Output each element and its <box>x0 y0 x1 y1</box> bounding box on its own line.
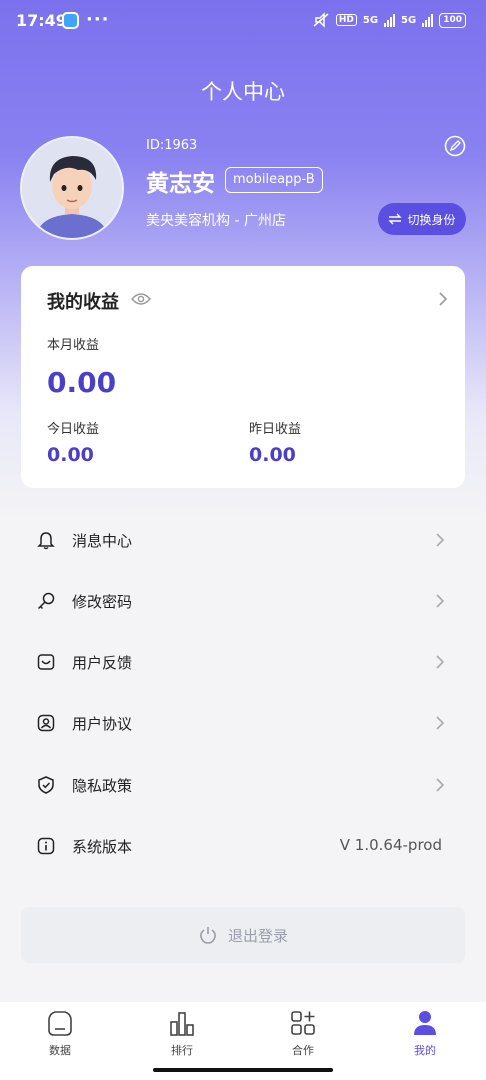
today-earnings-label: 今日收益 <box>47 422 100 437</box>
menu-label: 消息中心 <box>72 532 133 550</box>
menu-item-feedback[interactable]: 用户反馈 <box>0 632 486 692</box>
month-earnings-value: 0.00 <box>47 366 117 399</box>
grid-plus-icon <box>291 1011 315 1035</box>
organization-label: 美央美容机构 - 广州店 <box>146 213 286 229</box>
version-value: V 1.0.64-prod <box>339 836 442 854</box>
person-icon <box>414 1011 436 1035</box>
chevron-right-icon <box>436 594 444 608</box>
chevron-right-icon[interactable] <box>439 292 447 306</box>
hd-badge: HD <box>335 14 357 26</box>
avatar[interactable] <box>20 136 124 240</box>
battery-icon: 100 <box>439 12 466 28</box>
earnings-card[interactable]: 我的收益 本月收益 0.00 今日收益 0.00 昨日收益 0.00 <box>21 266 465 488</box>
signal-2-label: 5G <box>401 14 417 26</box>
menu-item-system-version: 系统版本 V 1.0.64-prod <box>0 816 486 876</box>
tab-label: 我的 <box>414 1044 436 1057</box>
shield-icon <box>38 776 54 794</box>
menu-item-change-password[interactable]: 修改密码 <box>0 571 486 631</box>
mute-icon <box>313 12 329 28</box>
page-title: 个人中心 <box>201 80 285 104</box>
chevron-right-icon <box>436 778 444 792</box>
tab-label: 排行 <box>171 1044 193 1057</box>
yesterday-earnings-value: 0.00 <box>249 444 296 466</box>
bar-chart-icon <box>170 1012 194 1036</box>
signal-1-label: 5G <box>362 14 379 26</box>
app-notification-icon <box>62 12 79 29</box>
user-name: 黄志安 <box>146 171 215 197</box>
user-id: ID:1963 <box>146 138 198 153</box>
menu-label: 隐私政策 <box>72 777 133 795</box>
logout-label: 退出登录 <box>227 926 288 945</box>
bell-icon <box>37 532 55 550</box>
chevron-right-icon <box>436 655 444 669</box>
menu-label: 用户协议 <box>72 715 133 733</box>
tab-data[interactable]: 数据 <box>20 1008 100 1060</box>
eye-icon[interactable] <box>131 292 151 306</box>
user-badge-icon <box>37 714 55 732</box>
info-icon <box>37 837 55 855</box>
yesterday-earnings-label: 昨日收益 <box>249 422 302 437</box>
menu-label: 用户反馈 <box>72 654 133 672</box>
role-tag: mobileapp-B <box>225 167 323 193</box>
switch-identity-label: 切换身份 <box>407 212 456 227</box>
power-icon <box>199 927 216 944</box>
tab-label: 合作 <box>292 1044 314 1057</box>
edit-icon[interactable] <box>444 135 466 157</box>
more-notifications-icon: ··· <box>86 9 110 30</box>
chevron-right-icon <box>436 716 444 730</box>
menu-label: 系统版本 <box>72 838 133 856</box>
tab-label: 数据 <box>49 1044 71 1057</box>
today-earnings-value: 0.00 <box>47 444 94 466</box>
switch-icon <box>388 213 403 225</box>
home-indicator[interactable] <box>153 1068 333 1072</box>
menu-item-messages[interactable]: 消息中心 <box>0 510 486 570</box>
key-icon <box>37 592 55 610</box>
logout-button[interactable]: 退出登录 <box>21 907 465 963</box>
menu-item-privacy-policy[interactable]: 隐私政策 <box>0 755 486 815</box>
signal-bars-icon <box>422 13 434 27</box>
earnings-title: 我的收益 <box>47 292 119 313</box>
menu-label: 修改密码 <box>72 593 133 611</box>
home-data-icon <box>48 1011 72 1036</box>
chevron-right-icon <box>436 533 444 547</box>
tab-mine[interactable]: 我的 <box>385 1008 465 1060</box>
tab-ranking[interactable]: 排行 <box>142 1008 222 1060</box>
status-indicators: HD 5G 5G 100 <box>312 12 466 28</box>
avatar-illustration <box>22 138 122 238</box>
status-bar: 17:49 ··· HD 5G 5G 100 <box>0 0 486 44</box>
status-time: 17:49 <box>16 11 67 30</box>
signal-bars-icon <box>384 13 396 27</box>
tab-cooperation[interactable]: 合作 <box>263 1008 343 1060</box>
month-earnings-label: 本月收益 <box>47 338 100 353</box>
menu-item-user-agreement[interactable]: 用户协议 <box>0 693 486 753</box>
switch-identity-button[interactable]: 切换身份 <box>378 203 466 235</box>
feedback-icon <box>37 654 55 670</box>
